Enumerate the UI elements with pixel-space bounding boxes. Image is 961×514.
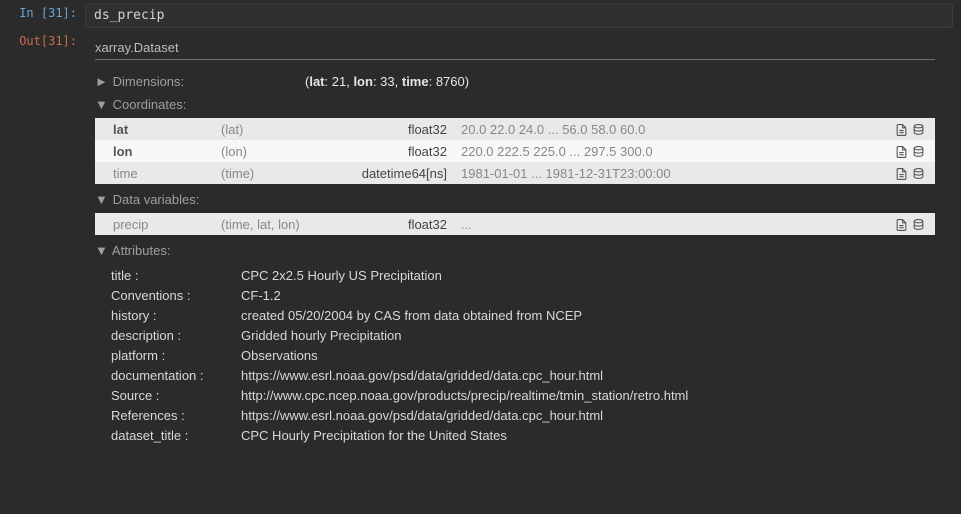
datavars-table: precip(time, lat, lon)float32...	[95, 213, 935, 235]
var-dtype: float32	[355, 140, 455, 162]
var-name: lat	[95, 118, 215, 140]
attr-value: Observations	[241, 346, 941, 366]
attr-value: created 05/20/2004 by CAS from data obta…	[241, 306, 941, 326]
table-row: precip(time, lat, lon)float32...	[95, 213, 935, 235]
var-actions	[885, 162, 935, 184]
section-label: Coordinates:	[113, 97, 187, 112]
var-values: 220.0 222.5 225.0 ... 297.5 300.0	[455, 140, 885, 162]
file-icon[interactable]	[895, 218, 908, 232]
attr-value: CPC 2x2.5 Hourly US Precipitation	[241, 266, 941, 286]
attr-row: Source :http://www.cpc.ncep.noaa.gov/pro…	[111, 386, 941, 406]
section-coordinates[interactable]: ▼ Coordinates:	[89, 93, 941, 116]
var-dims: (time, lat, lon)	[215, 213, 355, 235]
repr-header: xarray.Dataset	[89, 36, 941, 57]
chevron-down-icon: ▼	[95, 97, 109, 112]
var-actions	[885, 140, 935, 162]
output-area: xarray.Dataset ► Dimensions: (lat: 21, l…	[85, 28, 961, 454]
attr-key: dataset_title :	[111, 426, 241, 446]
chevron-down-icon: ▼	[95, 243, 109, 258]
file-icon[interactable]	[895, 123, 908, 137]
attr-value: CPC Hourly Precipitation for the United …	[241, 426, 941, 446]
output-prompt: Out[31]:	[0, 28, 85, 454]
attr-row: dataset_title :CPC Hourly Precipitation …	[111, 426, 941, 446]
var-dtype: datetime64[ns]	[355, 162, 455, 184]
attr-row: platform :Observations	[111, 346, 941, 366]
attr-value: CF-1.2	[241, 286, 941, 306]
attr-key: Conventions :	[111, 286, 241, 306]
attr-key: description :	[111, 326, 241, 346]
section-label: Dimensions:	[113, 74, 185, 89]
code-input[interactable]: ds_precip	[85, 3, 953, 28]
section-attributes[interactable]: ▼ Attributes:	[89, 239, 941, 262]
chevron-down-icon: ▼	[95, 192, 109, 207]
var-values: 1981-01-01 ... 1981-12-31T23:00:00	[455, 162, 885, 184]
file-icon[interactable]	[895, 145, 908, 159]
attr-key: platform :	[111, 346, 241, 366]
output-cell-row: Out[31]: xarray.Dataset ► Dimensions: (l…	[0, 28, 961, 454]
attr-value: https://www.esrl.noaa.gov/psd/data/gridd…	[241, 366, 941, 386]
chevron-right-icon: ►	[95, 74, 109, 89]
database-icon[interactable]	[912, 123, 925, 137]
table-row: time(time)datetime64[ns]1981-01-01 ... 1…	[95, 162, 935, 184]
var-dims: (lat)	[215, 118, 355, 140]
var-actions	[885, 213, 935, 235]
attr-value: http://www.cpc.ncep.noaa.gov/products/pr…	[241, 386, 941, 406]
var-actions	[885, 118, 935, 140]
var-dims: (time)	[215, 162, 355, 184]
attr-key: title :	[111, 266, 241, 286]
attr-row: documentation :https://www.esrl.noaa.gov…	[111, 366, 941, 386]
var-name: precip	[95, 213, 215, 235]
var-dims: (lon)	[215, 140, 355, 162]
file-icon[interactable]	[895, 167, 908, 181]
var-dtype: float32	[355, 118, 455, 140]
divider	[95, 59, 935, 60]
table-row: lon(lon)float32220.0 222.5 225.0 ... 297…	[95, 140, 935, 162]
section-label: Attributes:	[112, 243, 171, 258]
input-cell-row: In [31]: ds_precip	[0, 0, 961, 28]
input-prompt: In [31]:	[0, 0, 85, 28]
var-dtype: float32	[355, 213, 455, 235]
dimensions-content: (lat: 21, lon: 33, time: 8760)	[305, 74, 469, 89]
attr-value: Gridded hourly Precipitation	[241, 326, 941, 346]
section-datavars[interactable]: ▼ Data variables:	[89, 188, 941, 211]
database-icon[interactable]	[912, 167, 925, 181]
attr-key: documentation :	[111, 366, 241, 386]
attr-row: Conventions :CF-1.2	[111, 286, 941, 306]
attr-value: https://www.esrl.noaa.gov/psd/data/gridd…	[241, 406, 941, 426]
attr-key: References :	[111, 406, 241, 426]
var-name: lon	[95, 140, 215, 162]
attr-row: References :https://www.esrl.noaa.gov/ps…	[111, 406, 941, 426]
database-icon[interactable]	[912, 145, 925, 159]
var-values: 20.0 22.0 24.0 ... 56.0 58.0 60.0	[455, 118, 885, 140]
var-name: time	[95, 162, 215, 184]
var-values: ...	[455, 213, 885, 235]
attr-row: title :CPC 2x2.5 Hourly US Precipitation	[111, 266, 941, 286]
coordinates-table: lat(lat)float3220.0 22.0 24.0 ... 56.0 5…	[95, 118, 935, 184]
attr-key: Source :	[111, 386, 241, 406]
attr-row: history :created 05/20/2004 by CAS from …	[111, 306, 941, 326]
attributes-list: title :CPC 2x2.5 Hourly US Precipitation…	[89, 262, 941, 446]
database-icon[interactable]	[912, 218, 925, 232]
attr-row: description :Gridded hourly Precipitatio…	[111, 326, 941, 346]
section-label: Data variables:	[113, 192, 200, 207]
attr-key: history :	[111, 306, 241, 326]
section-dimensions[interactable]: ► Dimensions: (lat: 21, lon: 33, time: 8…	[89, 70, 941, 93]
table-row: lat(lat)float3220.0 22.0 24.0 ... 56.0 5…	[95, 118, 935, 140]
